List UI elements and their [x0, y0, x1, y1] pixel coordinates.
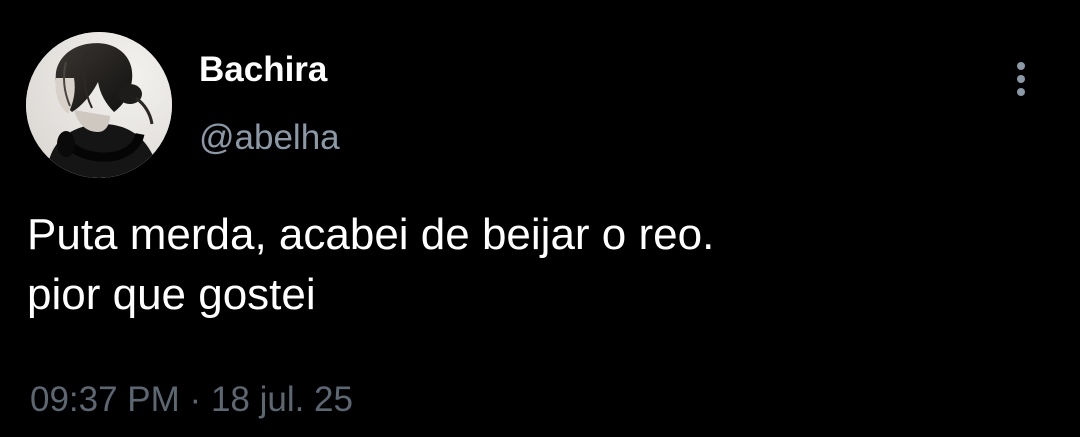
tweet-text-line: Puta merda, acabei de beijar o reo. — [27, 210, 715, 259]
tweet-time: 09:37 PM — [30, 380, 180, 419]
tweet-text-line: pior que gostei — [27, 270, 316, 319]
avatar-photo — [26, 32, 172, 178]
tweet-timestamp[interactable]: 09:37 PM · 18 jul. 25 — [30, 377, 353, 423]
meta-separator: · — [189, 380, 202, 419]
avatar[interactable] — [26, 32, 172, 178]
more-options-button[interactable] — [1004, 56, 1038, 102]
author-handle[interactable]: @abelha — [199, 116, 340, 160]
tweet-text: Puta merda, acabei de beijar o reo. pior… — [27, 205, 1047, 325]
author-display-name[interactable]: Bachira — [199, 48, 327, 92]
more-vertical-icon — [1017, 62, 1025, 96]
tweet-date: 18 jul. 25 — [210, 380, 353, 419]
